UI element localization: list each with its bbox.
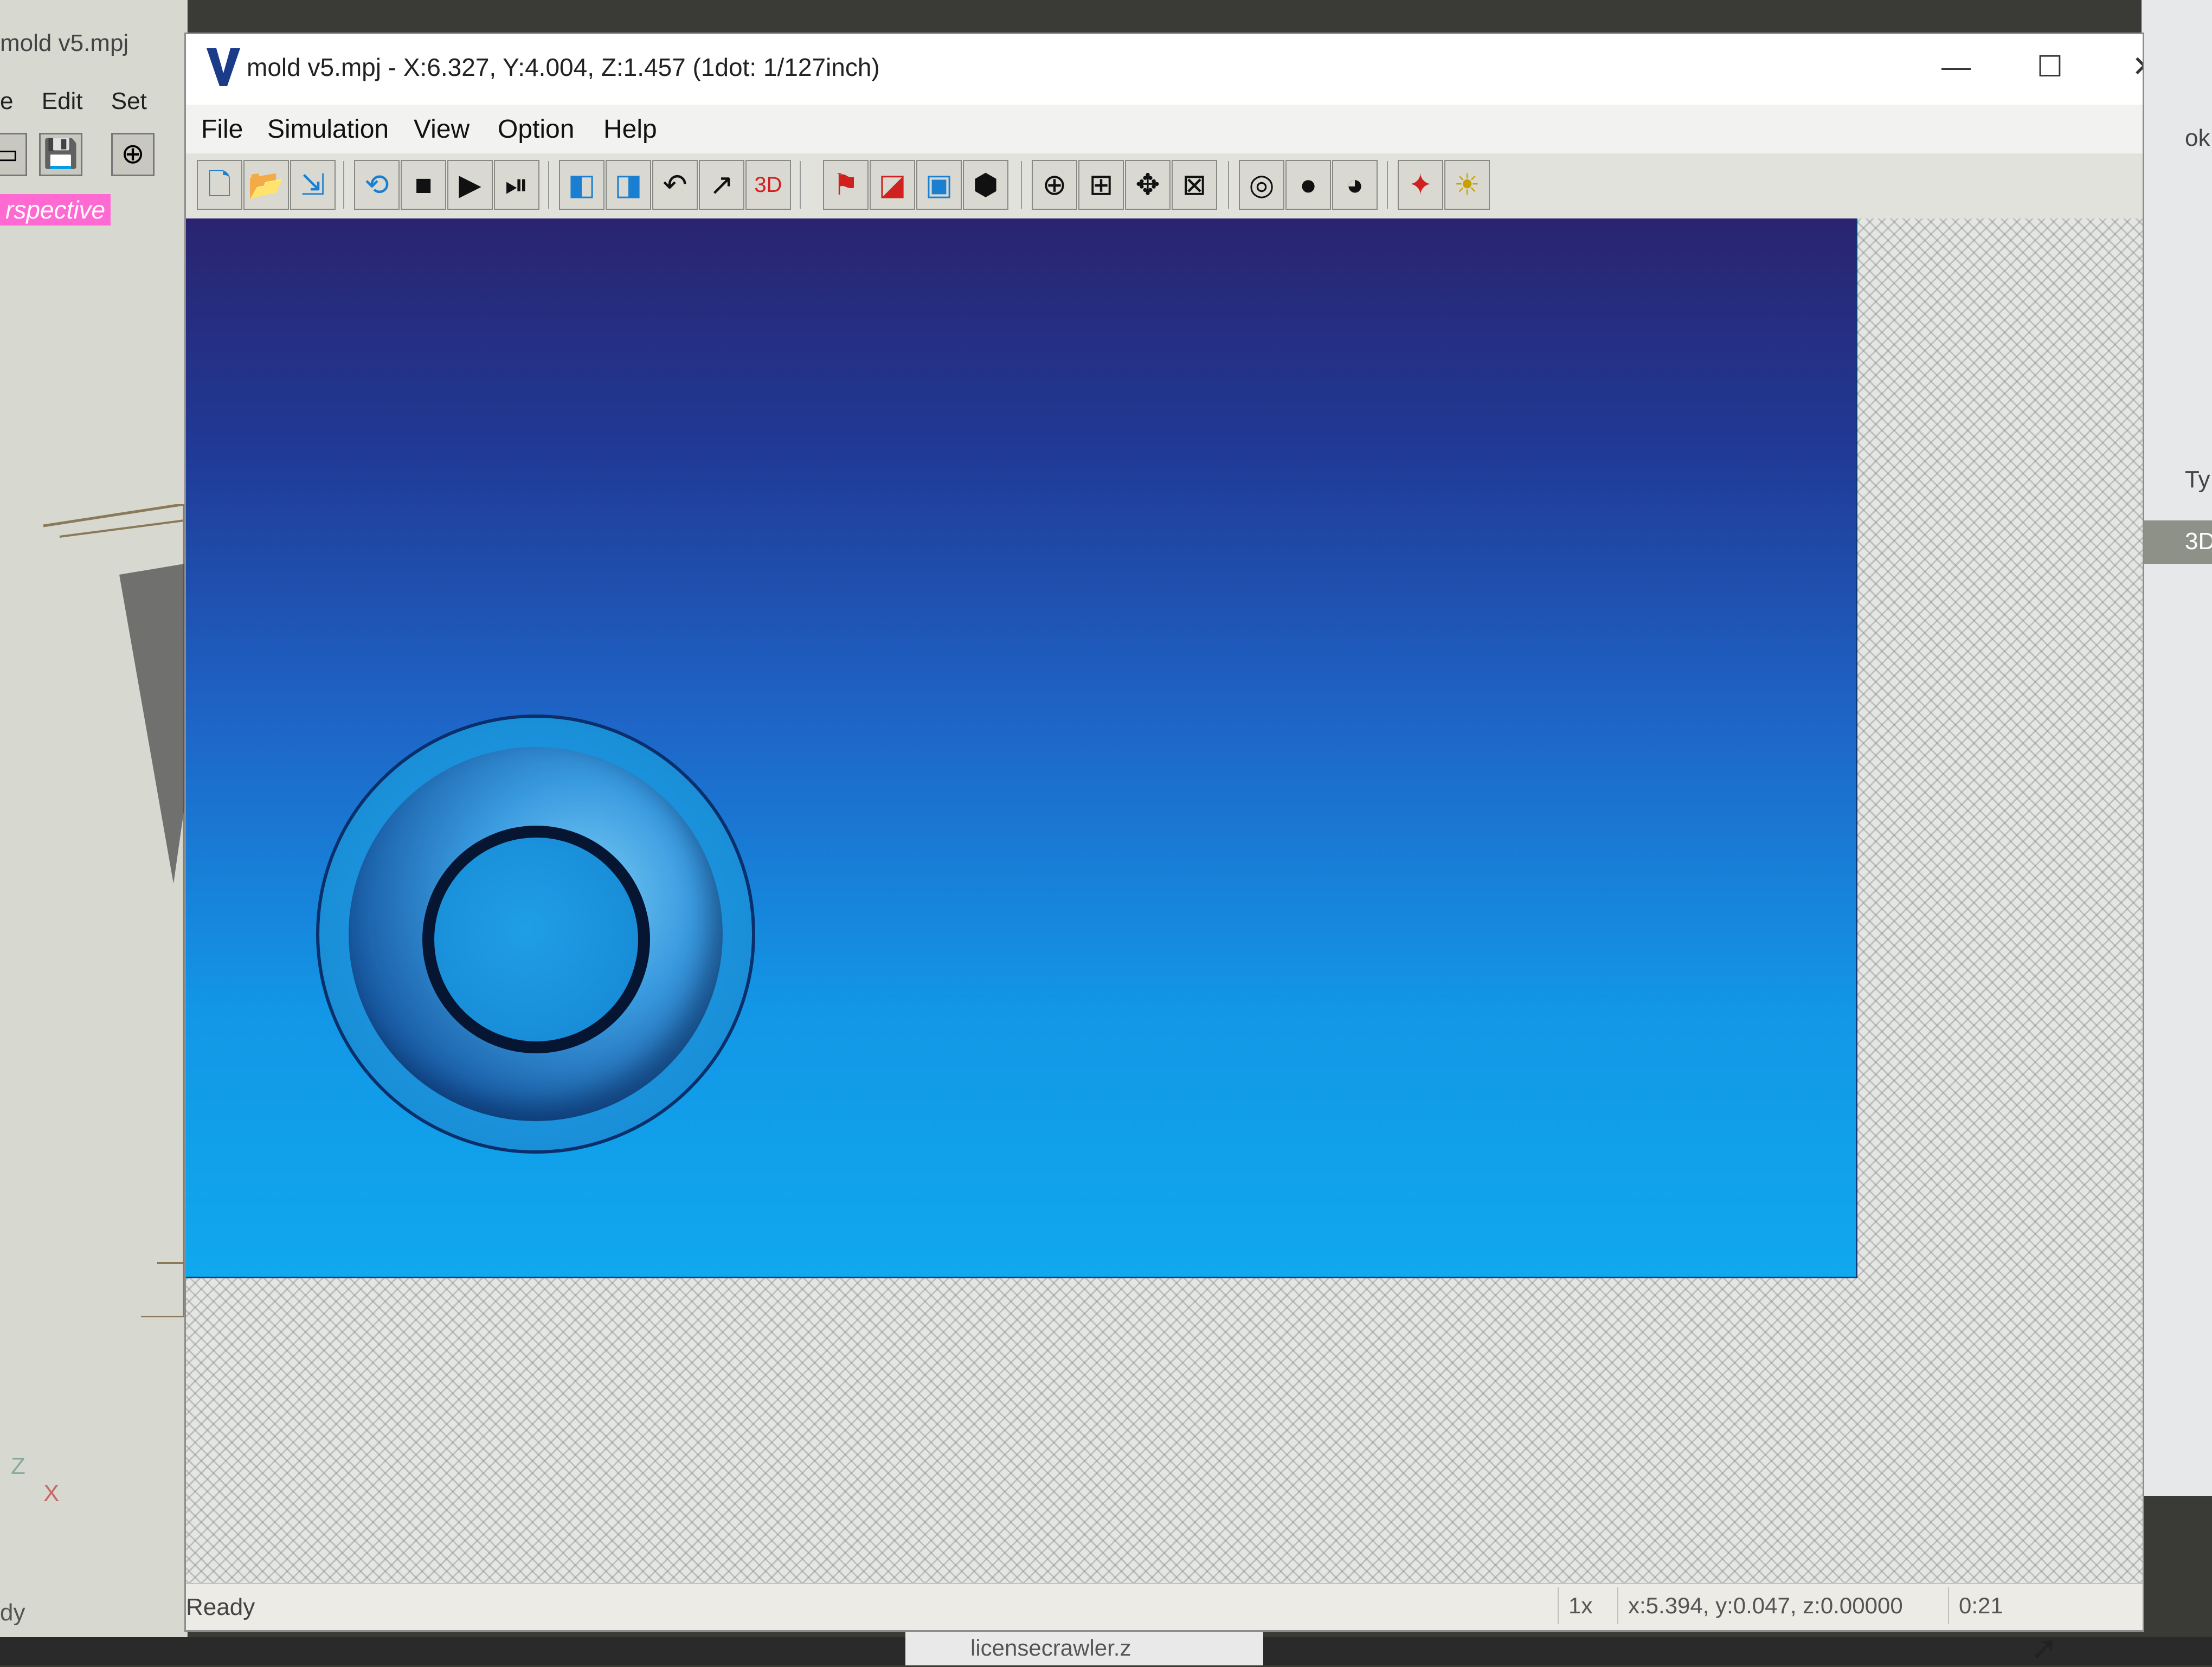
toolbar: 🗋 📂 ⇲ ⟲ ■ ▶ ⏯ ◧ ◨ ↶ ↗ 3D ⚑ ◪ ▣ ⬢ ⊕ ⊞ ✥ ⊠…	[186, 153, 2143, 220]
simulation-viewport[interactable]	[186, 218, 1857, 1278]
right-panel-type-header: Ty	[2185, 466, 2210, 493]
view-side-icon[interactable]: ◨	[606, 160, 651, 210]
frame-icon[interactable]: ▣	[916, 160, 962, 210]
simulate-icon[interactable]: ⚑	[823, 160, 869, 210]
menu-help[interactable]: Help	[603, 114, 657, 144]
menu-option[interactable]: Option	[498, 114, 574, 144]
toolbar-separator	[548, 161, 549, 209]
status-zoom: 1x	[1558, 1587, 1617, 1624]
globe-icon[interactable]: ⊕	[111, 133, 155, 176]
background-window[interactable]: mold v5.mpj e Edit Set ▭ 💾 ⊕ rspective Z…	[0, 0, 188, 1637]
background-status: dy	[0, 1599, 25, 1626]
wireframe-icon[interactable]: ◎	[1239, 160, 1284, 210]
title-bar[interactable]: mold v5.mpj - X:6.327, Y:4.004, Z:1.457 …	[186, 34, 2143, 105]
light-icon[interactable]: ☀	[1444, 160, 1490, 210]
v-logo-icon	[207, 48, 240, 86]
open-icon[interactable]: ▭	[0, 133, 27, 176]
toolpath-in-icon[interactable]: ↶	[652, 160, 698, 210]
client-area	[186, 218, 2143, 1630]
right-panel-row[interactable]: 3D	[2142, 520, 2212, 564]
status-bar: Ready 1x x:5.394, y:0.047, z:0.00000 0:2…	[186, 1583, 2143, 1630]
mold-part-center-hole	[422, 826, 650, 1053]
background-window-title: mold v5.mpj	[0, 30, 129, 56]
axis-indicator: Z X	[11, 1453, 59, 1507]
open-folder-icon[interactable]: 📂	[243, 160, 289, 210]
material-icon[interactable]: ✦	[1398, 160, 1443, 210]
minimize-button[interactable]: —	[1924, 40, 1989, 94]
status-ready: Ready	[186, 1594, 255, 1620]
toolbar-separator	[1387, 161, 1388, 209]
axis-x-label: X	[43, 1480, 60, 1507]
taskbar-file-item[interactable]: licensecrawler.z	[905, 1631, 1263, 1665]
background-menu-item[interactable]: e	[0, 88, 13, 114]
pan-icon[interactable]: ✥	[1125, 160, 1171, 210]
maximize-button[interactable]: ☐	[2017, 40, 2082, 94]
right-panel-3d-label: 3D	[2185, 528, 2212, 555]
stop-icon[interactable]: ■	[401, 160, 446, 210]
background-menu-item[interactable]: Set	[111, 88, 147, 114]
right-background-panel: ok Ty 3D	[2142, 0, 2212, 1496]
menu-bar: File Simulation View Option Help	[186, 105, 2143, 153]
save-icon[interactable]: 💾	[39, 133, 82, 176]
toolbar-separator	[1021, 161, 1022, 209]
shade-flat-icon[interactable]: ●	[1285, 160, 1331, 210]
new-file-icon[interactable]: 🗋	[197, 160, 242, 210]
axis-z-label: Z	[11, 1453, 25, 1479]
menu-simulation[interactable]: Simulation	[267, 114, 389, 144]
toolbar-separator	[343, 161, 344, 209]
close-button[interactable]: ✕	[2112, 40, 2143, 94]
play-icon[interactable]: ▶	[447, 160, 493, 210]
simulation-window[interactable]: mold v5.mpj - X:6.327, Y:4.004, Z:1.457 …	[184, 33, 2144, 1632]
right-panel-label: ok	[2185, 125, 2210, 151]
menu-file[interactable]: File	[201, 114, 243, 144]
toolpath-out-icon[interactable]: ↗	[699, 160, 744, 210]
window-title: mold v5.mpj - X:6.327, Y:4.004, Z:1.457 …	[247, 53, 880, 81]
mouse-cursor-icon: ➚	[2030, 1630, 2058, 1666]
wireframe-model	[43, 504, 186, 1317]
zoom-icon[interactable]: ⊕	[1032, 160, 1077, 210]
toolbar-separator	[1228, 161, 1229, 209]
shade-smooth-icon[interactable]: ◕	[1332, 160, 1378, 210]
perspective-view-tab[interactable]: rspective	[0, 194, 111, 226]
fit-icon[interactable]: ⊠	[1172, 160, 1217, 210]
zoom-in-icon[interactable]: ⊞	[1078, 160, 1124, 210]
view-top-icon[interactable]: ◧	[559, 160, 605, 210]
toolbar-separator	[800, 161, 801, 209]
menu-view[interactable]: View	[414, 114, 470, 144]
solid-icon[interactable]: ⬢	[963, 160, 1008, 210]
color-icon[interactable]: ◪	[870, 160, 915, 210]
import-icon[interactable]: ⇲	[290, 160, 336, 210]
status-time: 0:21	[1948, 1587, 2084, 1624]
background-menubar: e Edit Set	[0, 88, 169, 115]
3d-view-icon[interactable]: 3D	[745, 160, 791, 210]
rewind-icon[interactable]: ⟲	[354, 160, 400, 210]
background-menu-item[interactable]: Edit	[42, 88, 83, 114]
step-icon[interactable]: ⏯	[494, 160, 539, 210]
status-coordinates: x:5.394, y:0.047, z:0.00000	[1617, 1587, 1943, 1624]
